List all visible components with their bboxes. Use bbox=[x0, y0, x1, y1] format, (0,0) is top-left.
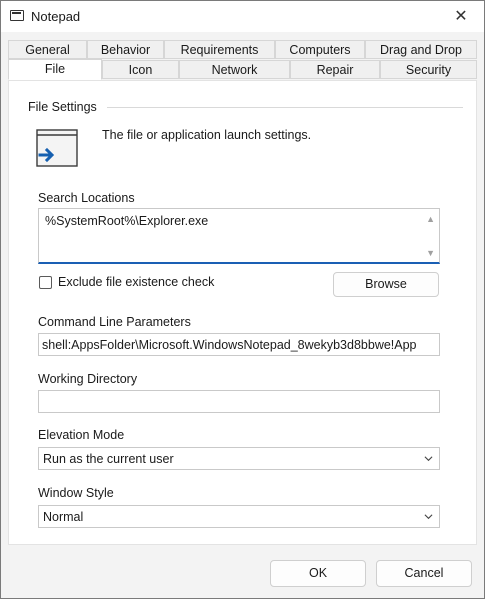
title-bar: Notepad ✕ bbox=[1, 1, 484, 32]
search-locations-label: Search Locations bbox=[38, 191, 135, 205]
elevation-mode-label: Elevation Mode bbox=[38, 428, 125, 442]
tab-behavior[interactable]: Behavior bbox=[87, 40, 164, 59]
working-directory-label: Working Directory bbox=[38, 372, 138, 386]
exclude-existence-checkbox[interactable] bbox=[39, 276, 52, 289]
chevron-down-icon bbox=[424, 514, 433, 520]
ok-button[interactable]: OK bbox=[270, 560, 366, 587]
cmdline-value: shell:AppsFolder\Microsoft.WindowsNotepa… bbox=[42, 338, 417, 352]
scroll-up-icon[interactable]: ▲ bbox=[426, 214, 435, 224]
scroll-down-icon[interactable]: ▼ bbox=[426, 248, 435, 258]
working-directory-input[interactable] bbox=[38, 390, 440, 413]
browse-button[interactable]: Browse bbox=[333, 272, 439, 297]
settings-description: The file or application launch settings. bbox=[102, 128, 312, 142]
elevation-mode-value: Run as the current user bbox=[43, 452, 174, 466]
elevation-mode-select[interactable]: Run as the current user bbox=[38, 447, 440, 470]
tab-general[interactable]: General bbox=[8, 40, 87, 59]
section-title: File Settings bbox=[28, 100, 97, 114]
file-launch-icon bbox=[36, 129, 78, 167]
tab-icon[interactable]: Icon bbox=[102, 60, 179, 79]
close-icon: ✕ bbox=[454, 8, 468, 25]
tab-security[interactable]: Security bbox=[380, 60, 477, 79]
cmdline-label: Command Line Parameters bbox=[38, 315, 191, 329]
tab-drag-and-drop[interactable]: Drag and Drop bbox=[365, 40, 477, 59]
window-icon bbox=[10, 10, 24, 21]
tab-file[interactable]: File bbox=[8, 59, 102, 80]
search-locations-field[interactable]: %SystemRoot%\Explorer.exe ▲ ▼ bbox=[38, 208, 440, 264]
tab-repair[interactable]: Repair bbox=[290, 60, 380, 79]
close-button[interactable]: ✕ bbox=[438, 1, 484, 32]
tab-strip: General Behavior Requirements Computers … bbox=[1, 32, 484, 80]
dialog-window: Notepad ✕ General Behavior Requirements … bbox=[0, 0, 485, 599]
section-divider bbox=[107, 107, 463, 108]
file-settings-panel: File Settings The file or application la… bbox=[8, 80, 477, 545]
search-locations-value: %SystemRoot%\Explorer.exe bbox=[45, 214, 209, 228]
window-title: Notepad bbox=[31, 9, 81, 24]
window-style-value: Normal bbox=[43, 510, 84, 524]
tab-requirements[interactable]: Requirements bbox=[164, 40, 275, 59]
window-style-label: Window Style bbox=[38, 486, 114, 500]
cmdline-input[interactable]: shell:AppsFolder\Microsoft.WindowsNotepa… bbox=[38, 333, 440, 356]
tab-network[interactable]: Network bbox=[179, 60, 290, 79]
tab-computers[interactable]: Computers bbox=[275, 40, 365, 59]
chevron-down-icon bbox=[424, 456, 433, 462]
exclude-existence-label[interactable]: Exclude file existence check bbox=[58, 275, 214, 289]
cancel-button[interactable]: Cancel bbox=[376, 560, 472, 587]
window-style-select[interactable]: Normal bbox=[38, 505, 440, 528]
